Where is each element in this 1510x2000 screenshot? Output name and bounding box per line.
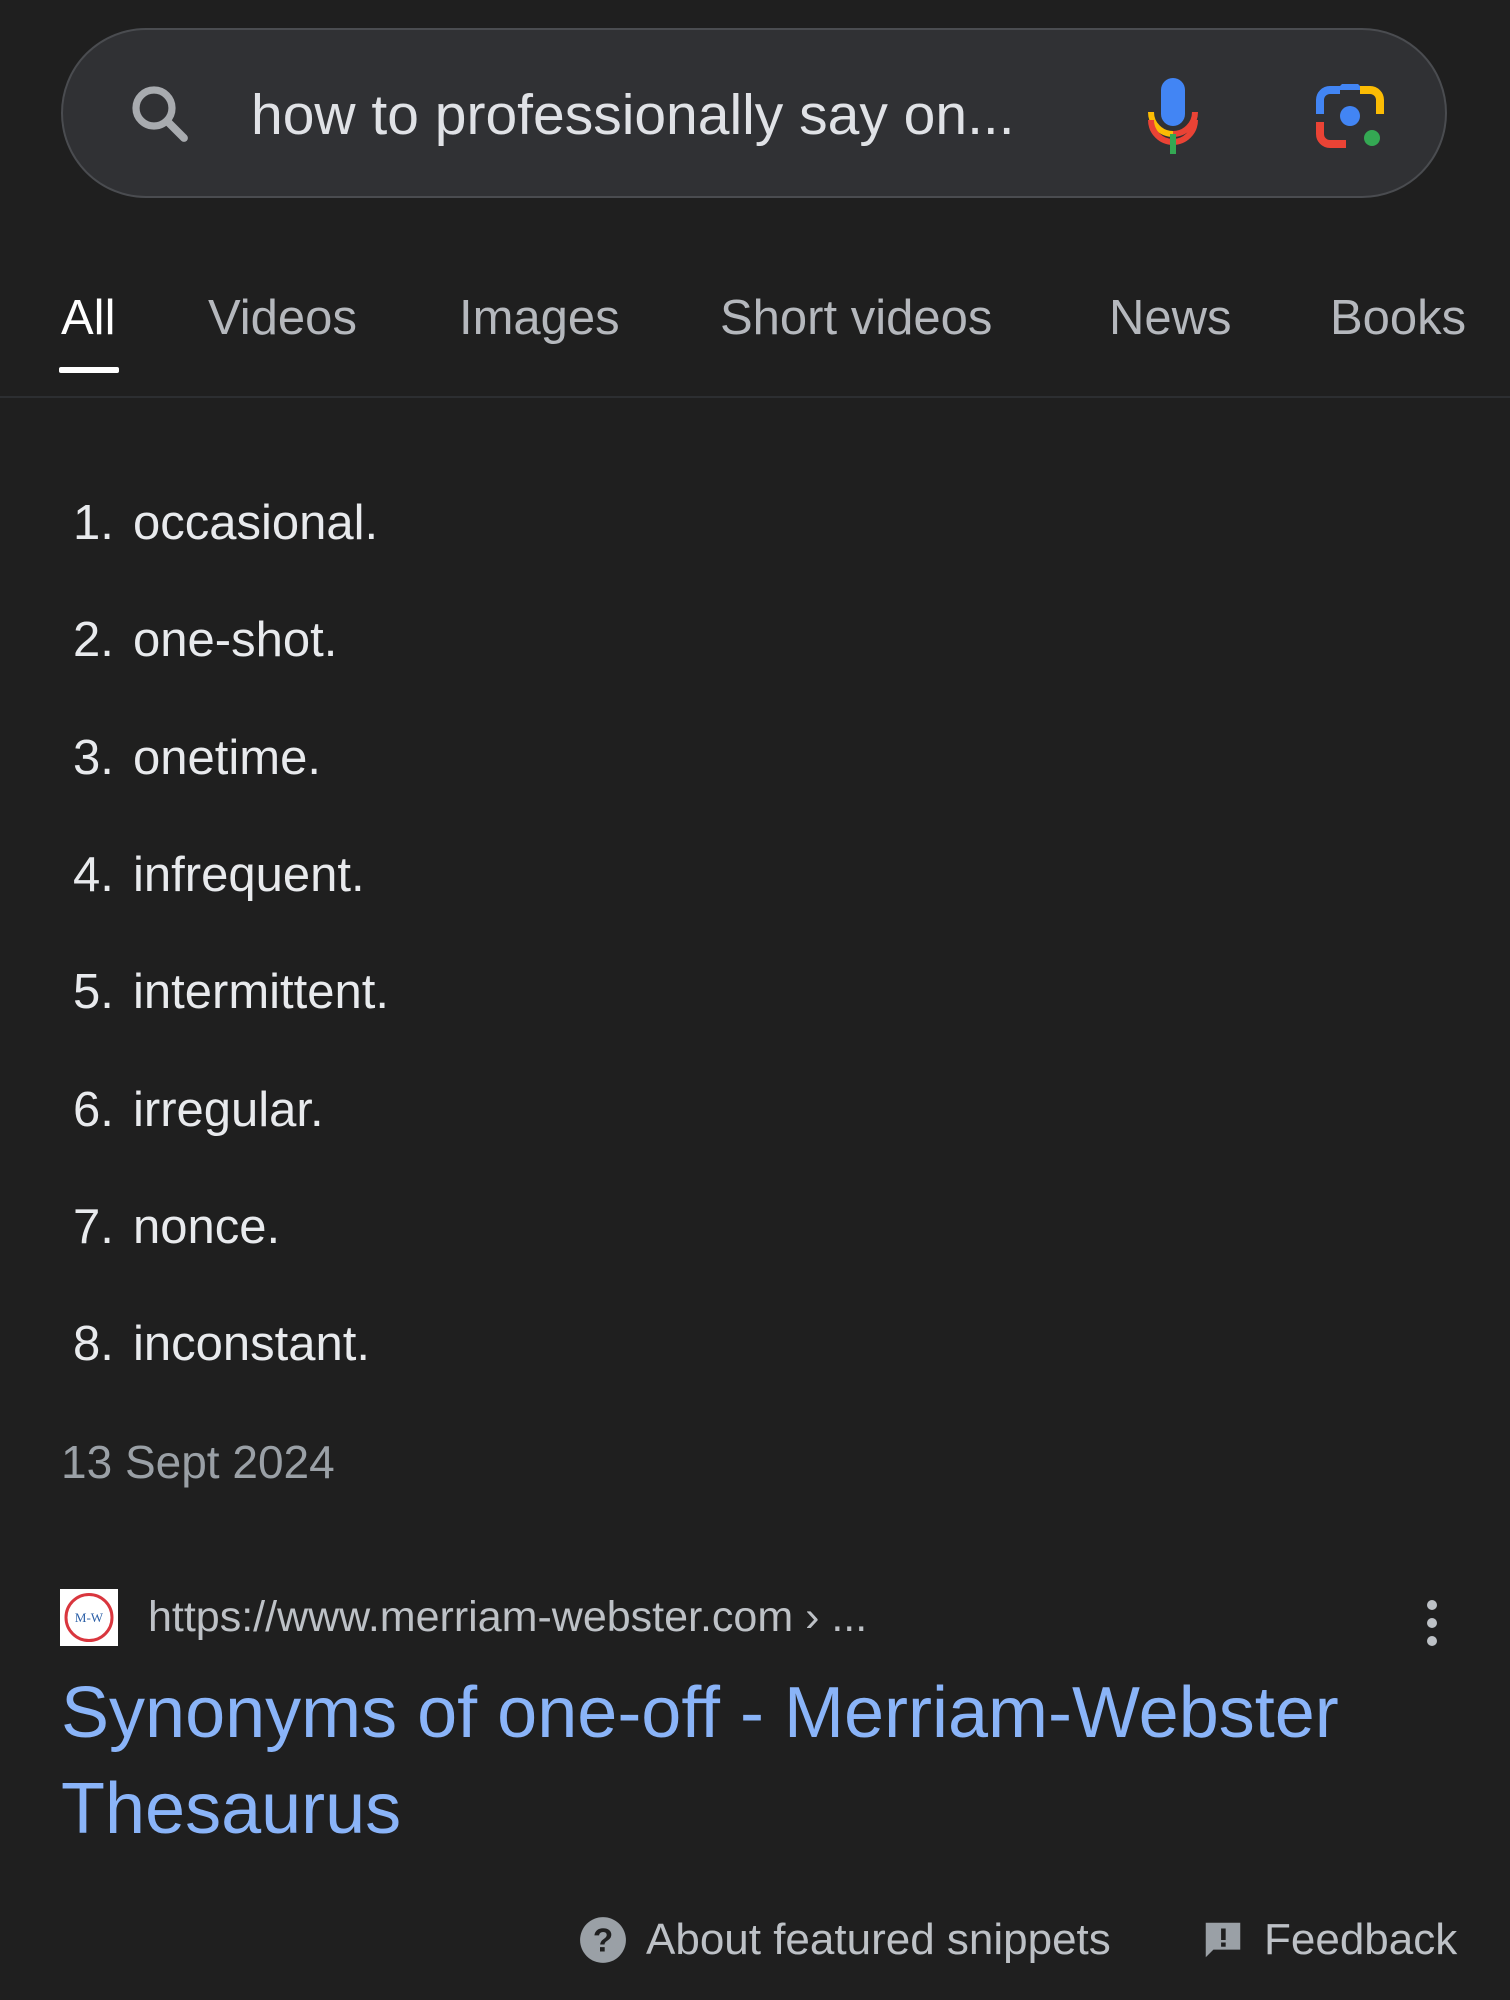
about-featured-snippets-link[interactable]: ? About featured snippets	[578, 1915, 1111, 1965]
list-text: infrequent.	[133, 848, 365, 902]
list-text: onetime.	[133, 731, 321, 785]
list-item: 3. onetime.	[73, 728, 321, 788]
list-item: 2. one-shot.	[73, 610, 337, 670]
feedback-icon	[1205, 1922, 1241, 1958]
merriam-webster-favicon[interactable]: M-W	[60, 1589, 118, 1646]
result-url[interactable]: https://www.merriam-webster.com › ...	[148, 1590, 867, 1644]
microphone-icon[interactable]	[1145, 76, 1201, 156]
about-featured-snippets-label: About featured snippets	[646, 1915, 1111, 1964]
snippet-date: 13 Sept 2024	[61, 1436, 335, 1488]
list-item: 6. irregular.	[73, 1080, 324, 1140]
feedback-button[interactable]: Feedback	[1200, 1915, 1457, 1965]
list-item: 8. inconstant.	[73, 1314, 370, 1374]
list-text: inconstant.	[133, 1317, 370, 1371]
list-number: 2.	[73, 613, 114, 667]
list-text: intermittent.	[133, 965, 389, 1019]
tab-news[interactable]: News	[1109, 288, 1232, 348]
list-number: 4.	[73, 848, 114, 902]
tab-all[interactable]: All	[61, 288, 115, 348]
list-number: 1.	[73, 496, 114, 550]
feedback-label: Feedback	[1264, 1915, 1458, 1964]
tab-videos[interactable]: Videos	[208, 288, 357, 348]
google-lens-icon[interactable]	[1312, 82, 1388, 154]
more-options-icon[interactable]	[1418, 1598, 1446, 1648]
tab-short-videos[interactable]: Short videos	[720, 288, 992, 348]
list-item: 1. occasional.	[73, 493, 378, 553]
list-text: occasional.	[133, 496, 379, 550]
svg-text:?: ?	[593, 1922, 613, 1959]
divider	[0, 396, 1510, 398]
list-number: 6.	[73, 1083, 114, 1137]
svg-text:M-W: M-W	[75, 1610, 104, 1625]
list-text: nonce.	[133, 1200, 281, 1254]
result-title-link[interactable]: Synonyms of one-off - Merriam-Webster Th…	[61, 1665, 1461, 1857]
tab-books[interactable]: Books	[1330, 288, 1466, 348]
active-tab-indicator	[59, 367, 119, 373]
search-icon[interactable]	[124, 78, 196, 150]
list-number: 5.	[73, 965, 114, 1019]
list-text: one-shot.	[133, 613, 338, 667]
list-item: 7. nonce.	[73, 1197, 280, 1257]
tab-images[interactable]: Images	[459, 288, 620, 348]
list-number: 7.	[73, 1200, 114, 1254]
list-item: 5. intermittent.	[73, 962, 389, 1022]
search-input[interactable]: how to professionally say on...	[251, 82, 1015, 148]
help-icon: ?	[580, 1917, 626, 1963]
list-number: 8.	[73, 1317, 114, 1371]
list-item: 4. infrequent.	[73, 845, 365, 905]
list-text: irregular.	[133, 1083, 324, 1137]
list-number: 3.	[73, 731, 114, 785]
